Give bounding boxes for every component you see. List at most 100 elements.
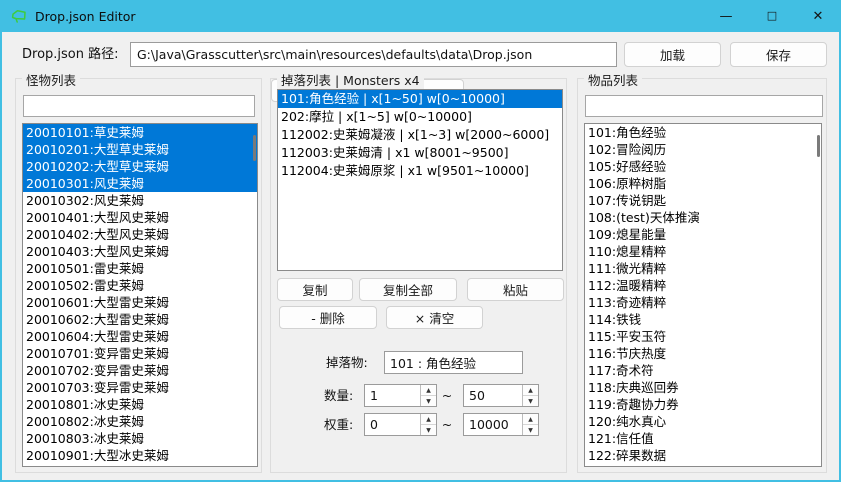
spinner-buttons: ▲ ▼: [420, 414, 436, 435]
spinner-buttons: ▲ ▼: [420, 385, 436, 406]
weight-min-value[interactable]: 0: [365, 414, 420, 435]
save-button[interactable]: 保存: [730, 42, 827, 67]
list-item[interactable]: 106:原粹树脂: [585, 175, 821, 192]
list-item[interactable]: 112003:史莱姆清 | x1 w[8001~9500]: [278, 144, 562, 162]
monster-list-scrollbar[interactable]: [253, 135, 256, 161]
path-input[interactable]: [130, 42, 617, 67]
list-item[interactable]: 110:熄星精粹: [585, 243, 821, 260]
list-item[interactable]: 20010402:大型风史莱姆: [23, 226, 257, 243]
list-item[interactable]: 112002:史莱姆凝液 | x[1~3] w[2000~6000]: [278, 126, 562, 144]
drop-panel-title: 掉落列表 | Monsters x4: [277, 70, 424, 89]
list-item[interactable]: 20010201:大型草史莱姆: [23, 141, 257, 158]
list-item[interactable]: 101:角色经验 | x[1~50] w[0~10000]: [278, 90, 562, 108]
list-item[interactable]: 20010703:变异雷史莱姆: [23, 379, 257, 396]
list-item[interactable]: 113:奇迹精粹: [585, 294, 821, 311]
list-item[interactable]: 20010101:草史莱姆: [23, 124, 257, 141]
paste-button[interactable]: 粘贴: [467, 278, 564, 301]
list-item[interactable]: 122:碎果数据: [585, 447, 821, 464]
list-item[interactable]: 20010702:变异雷史莱姆: [23, 362, 257, 379]
monster-panel: 怪物列表 20010101:草史莱姆20010201:大型草史莱姆2001020…: [15, 78, 262, 473]
copy-all-button[interactable]: 复制全部: [359, 278, 457, 301]
quantity-range-separator: ~: [437, 384, 457, 407]
list-item[interactable]: 20010502:雷史莱姆: [23, 277, 257, 294]
list-item[interactable]: 112:温暖精粹: [585, 277, 821, 294]
list-item[interactable]: 112004:史莱姆原浆 | x1 w[9501~10000]: [278, 162, 562, 180]
load-button[interactable]: 加载: [624, 42, 721, 67]
window-title: Drop.json Editor: [35, 9, 136, 24]
clear-button[interactable]: × 清空: [386, 306, 483, 329]
item-listbox[interactable]: 101:角色经验102:冒险阅历105:好感经验106:原粹树脂107:传说钥匙…: [584, 123, 822, 467]
quantity-max-spinner[interactable]: 50 ▲ ▼: [463, 384, 539, 407]
drop-item-input[interactable]: [384, 351, 523, 374]
list-item[interactable]: 20010801:冰史莱姆: [23, 396, 257, 413]
item-panel-title: 物品列表: [584, 70, 642, 89]
copy-button[interactable]: 复制: [277, 278, 353, 301]
list-item[interactable]: 20010302:风史莱姆: [23, 192, 257, 209]
spinner-up-icon[interactable]: ▲: [421, 385, 436, 396]
monster-search-input[interactable]: [23, 95, 255, 117]
weight-max-spinner[interactable]: 10000 ▲ ▼: [463, 413, 539, 436]
list-item[interactable]: 20010601:大型雷史莱姆: [23, 294, 257, 311]
list-item[interactable]: 121:信任值: [585, 430, 821, 447]
close-button[interactable]: ✕: [795, 0, 841, 32]
list-item[interactable]: 109:熄星能量: [585, 226, 821, 243]
list-item[interactable]: 101:角色经验: [585, 124, 821, 141]
maximize-button[interactable]: □: [749, 0, 795, 32]
spinner-down-icon[interactable]: ▼: [421, 396, 436, 406]
spinner-buttons: ▲ ▼: [522, 414, 538, 435]
weight-max-value[interactable]: 10000: [464, 414, 522, 435]
list-item[interactable]: 115:平安玉符: [585, 328, 821, 345]
list-item[interactable]: 20010803:冰史莱姆: [23, 430, 257, 447]
list-item[interactable]: 114:铁钱: [585, 311, 821, 328]
list-item[interactable]: 107:传说钥匙: [585, 192, 821, 209]
main-content: Drop.json 路径: 加载 保存 怪物列表 20010101:草史莱姆20…: [2, 32, 839, 480]
spinner-buttons: ▲ ▼: [522, 385, 538, 406]
spinner-up-icon[interactable]: ▲: [523, 385, 538, 396]
list-item[interactable]: 20010602:大型雷史莱姆: [23, 311, 257, 328]
quantity-max-value[interactable]: 50: [464, 385, 522, 406]
drop-listbox[interactable]: 101:角色经验 | x[1~50] w[0~10000]202:摩拉 | x[…: [277, 89, 563, 271]
list-item[interactable]: 20010802:冰史莱姆: [23, 413, 257, 430]
list-item[interactable]: 20010901:大型冰史莱姆: [23, 447, 257, 464]
spinner-down-icon[interactable]: ▼: [421, 425, 436, 435]
monster-listbox[interactable]: 20010101:草史莱姆20010201:大型草史莱姆20010202:大型草…: [22, 123, 258, 467]
list-item[interactable]: 20010401:大型风史莱姆: [23, 209, 257, 226]
list-item[interactable]: 118:庆典巡回券: [585, 379, 821, 396]
delete-button[interactable]: - 删除: [279, 306, 377, 329]
spinner-up-icon[interactable]: ▲: [523, 414, 538, 425]
list-item[interactable]: 20010301:风史莱姆: [23, 175, 257, 192]
quantity-label: 数量:: [324, 384, 353, 407]
list-item[interactable]: 105:好感经验: [585, 158, 821, 175]
path-label: Drop.json 路径:: [22, 42, 119, 67]
minimize-button[interactable]: —: [703, 0, 749, 32]
list-item[interactable]: 120:纯水真心: [585, 413, 821, 430]
list-item[interactable]: 111:微光精粹: [585, 260, 821, 277]
item-search-input[interactable]: [585, 95, 823, 117]
megaphone-icon: [10, 7, 28, 25]
list-item[interactable]: 20010202:大型草史莱姆: [23, 158, 257, 175]
weight-min-spinner[interactable]: 0 ▲ ▼: [364, 413, 437, 436]
list-item[interactable]: 102:冒险阅历: [585, 141, 821, 158]
drop-panel: 掉落列表 | Monsters x4 101:角色经验 | x[1~50] w[…: [270, 78, 567, 473]
spinner-down-icon[interactable]: ▼: [523, 396, 538, 406]
list-item[interactable]: 119:奇趣协力券: [585, 396, 821, 413]
spinner-up-icon[interactable]: ▲: [421, 414, 436, 425]
spinner-down-icon[interactable]: ▼: [523, 425, 538, 435]
window-controls: — □ ✕: [703, 0, 841, 32]
weight-label: 权重:: [324, 413, 353, 436]
list-item[interactable]: 117:奇术符: [585, 362, 821, 379]
list-item[interactable]: 20010604:大型雷史莱姆: [23, 328, 257, 345]
list-item[interactable]: 20010701:变异雷史莱姆: [23, 345, 257, 362]
list-item[interactable]: 20010403:大型风史莱姆: [23, 243, 257, 260]
list-item[interactable]: 108:(test)天体推演: [585, 209, 821, 226]
quantity-min-spinner[interactable]: 1 ▲ ▼: [364, 384, 437, 407]
drop-item-label: 掉落物:: [326, 351, 368, 374]
list-item[interactable]: 116:节庆热度: [585, 345, 821, 362]
item-panel: 物品列表 101:角色经验102:冒险阅历105:好感经验106:原粹树脂107…: [577, 78, 827, 473]
list-item[interactable]: 202:摩拉 | x[1~5] w[0~10000]: [278, 108, 562, 126]
item-list-scrollbar[interactable]: [817, 135, 820, 157]
list-item[interactable]: 20010501:雷史莱姆: [23, 260, 257, 277]
quantity-min-value[interactable]: 1: [365, 385, 420, 406]
monster-panel-title: 怪物列表: [22, 70, 80, 89]
app-window: Drop.json Editor — □ ✕ Drop.json 路径: 加载 …: [0, 0, 841, 482]
